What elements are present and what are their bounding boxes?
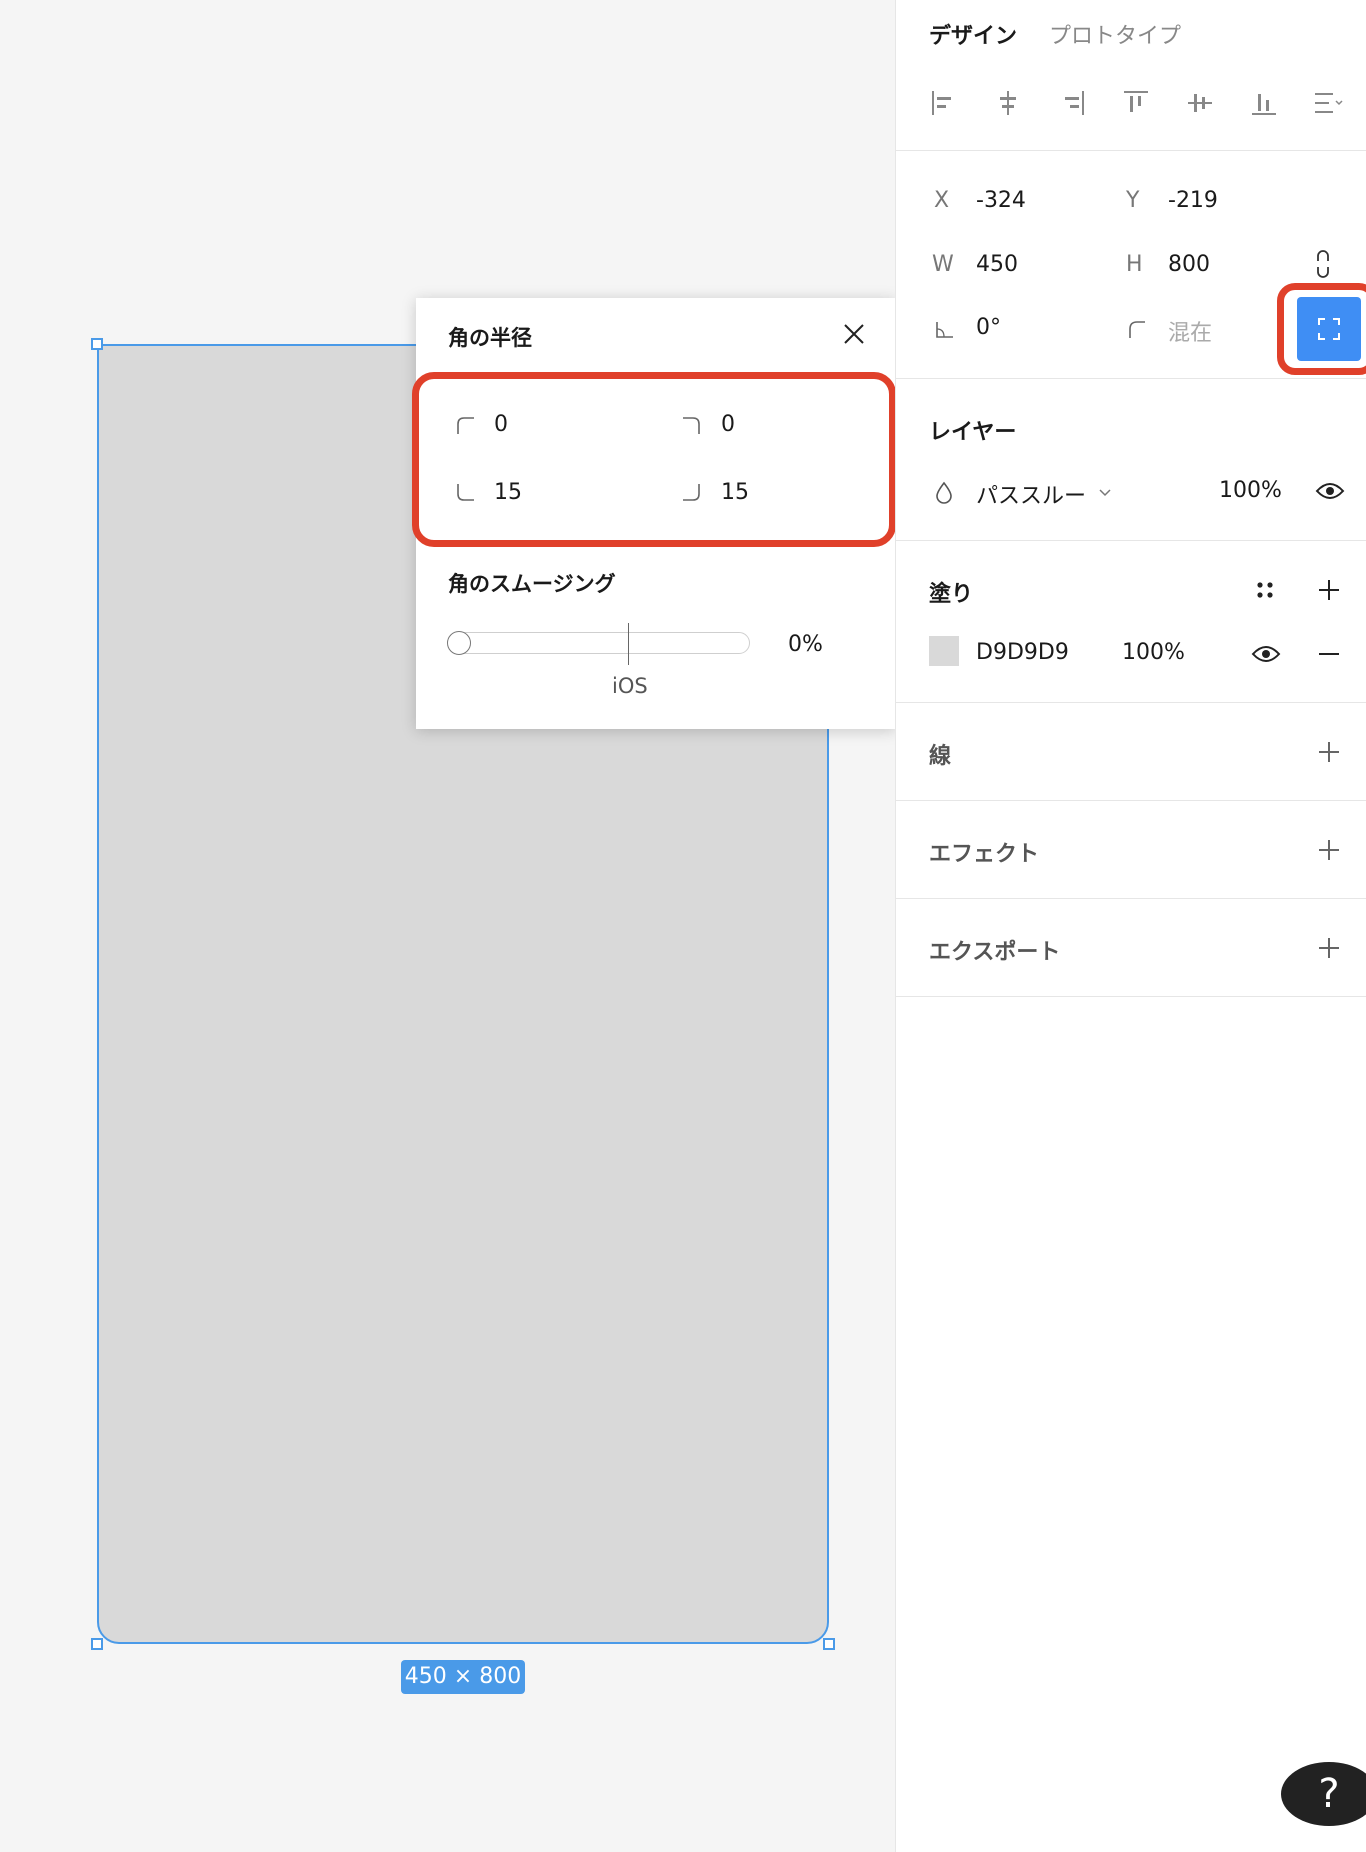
height-input[interactable]: 800: [1168, 252, 1210, 277]
resize-handle-top-left[interactable]: [91, 338, 103, 350]
highlight-annotation-button: [1277, 283, 1366, 375]
y-input[interactable]: -219: [1168, 188, 1218, 213]
close-icon[interactable]: [842, 322, 866, 346]
frame-size-badge: 450 × 800: [401, 1660, 525, 1694]
width-input[interactable]: 450: [976, 252, 1018, 277]
layer-opacity-input[interactable]: 100%: [1219, 478, 1282, 503]
corner-radius-icon: [1129, 321, 1145, 338]
layer-section-title: レイヤー: [929, 420, 1017, 445]
fill-opacity-input[interactable]: 100%: [1122, 640, 1185, 665]
styles-grid-icon[interactable]: [1253, 578, 1277, 602]
distribute-menu-icon[interactable]: [1313, 88, 1343, 118]
design-panel: デザイン プロトタイプ X -324 Y -219 W 450 H 800 0°…: [895, 0, 1366, 1852]
constrain-proportions-icon[interactable]: [1313, 249, 1333, 279]
divider: [896, 540, 1366, 541]
resize-handle-bottom-left[interactable]: [91, 1638, 103, 1650]
help-button[interactable]: ?: [1281, 1762, 1366, 1826]
y-label: Y: [1126, 188, 1140, 213]
x-label: X: [934, 188, 950, 213]
ios-marker-tick: [628, 623, 629, 665]
align-horizontal-center-icon[interactable]: [993, 88, 1023, 118]
divider: [896, 898, 1366, 899]
fill-section-title: 塗り: [929, 582, 974, 607]
add-fill-icon[interactable]: [1317, 578, 1341, 602]
smoothing-value[interactable]: 0%: [788, 632, 823, 657]
divider: [896, 702, 1366, 703]
w-label: W: [932, 252, 954, 277]
ios-marker-label: iOS: [612, 674, 648, 698]
align-vertical-center-icon[interactable]: [1185, 88, 1215, 118]
add-stroke-icon[interactable]: [1317, 740, 1341, 764]
blend-mode-icon: [936, 481, 952, 504]
align-bottom-icon[interactable]: [1249, 88, 1279, 118]
chevron-down-icon[interactable]: [1098, 488, 1112, 498]
divider: [896, 996, 1366, 997]
highlight-annotation-corners: [412, 372, 896, 547]
eye-icon[interactable]: [1315, 481, 1345, 501]
divider: [896, 800, 1366, 801]
x-input[interactable]: -324: [976, 188, 1026, 213]
fill-color-swatch[interactable]: [929, 636, 959, 666]
add-export-icon[interactable]: [1317, 936, 1341, 960]
align-left-icon[interactable]: [929, 88, 959, 118]
canvas[interactable]: 450 × 800: [0, 0, 895, 1852]
divider: [896, 378, 1366, 379]
resize-handle-bottom-right[interactable]: [823, 1638, 835, 1650]
add-effect-icon[interactable]: [1317, 838, 1341, 862]
rotation-input[interactable]: 0°: [976, 315, 1001, 340]
fill-hex-input[interactable]: D9D9D9: [976, 640, 1069, 665]
eye-icon[interactable]: [1251, 644, 1281, 664]
blend-mode-select[interactable]: パススルー: [976, 478, 1086, 510]
corner-radius-input[interactable]: 混在: [1168, 315, 1212, 347]
divider: [896, 150, 1366, 151]
align-top-icon[interactable]: [1121, 88, 1151, 118]
effects-section-title: エフェクト: [929, 842, 1040, 867]
export-section-title: エクスポート: [929, 940, 1061, 965]
tab-prototype[interactable]: プロトタイプ: [1049, 18, 1181, 50]
alignment-toolbar: [929, 88, 1343, 118]
tab-design[interactable]: デザイン: [929, 18, 1017, 50]
stroke-section-title: 線: [929, 744, 952, 769]
rotation-icon: [936, 322, 953, 338]
h-label: H: [1126, 252, 1143, 277]
smoothing-slider-knob[interactable]: [447, 631, 471, 655]
align-right-icon[interactable]: [1057, 88, 1087, 118]
popup-title: 角の半径: [448, 326, 532, 350]
smoothing-title: 角のスムージング: [448, 572, 616, 596]
remove-fill-icon[interactable]: [1317, 642, 1341, 666]
smoothing-slider[interactable]: [447, 623, 750, 665]
